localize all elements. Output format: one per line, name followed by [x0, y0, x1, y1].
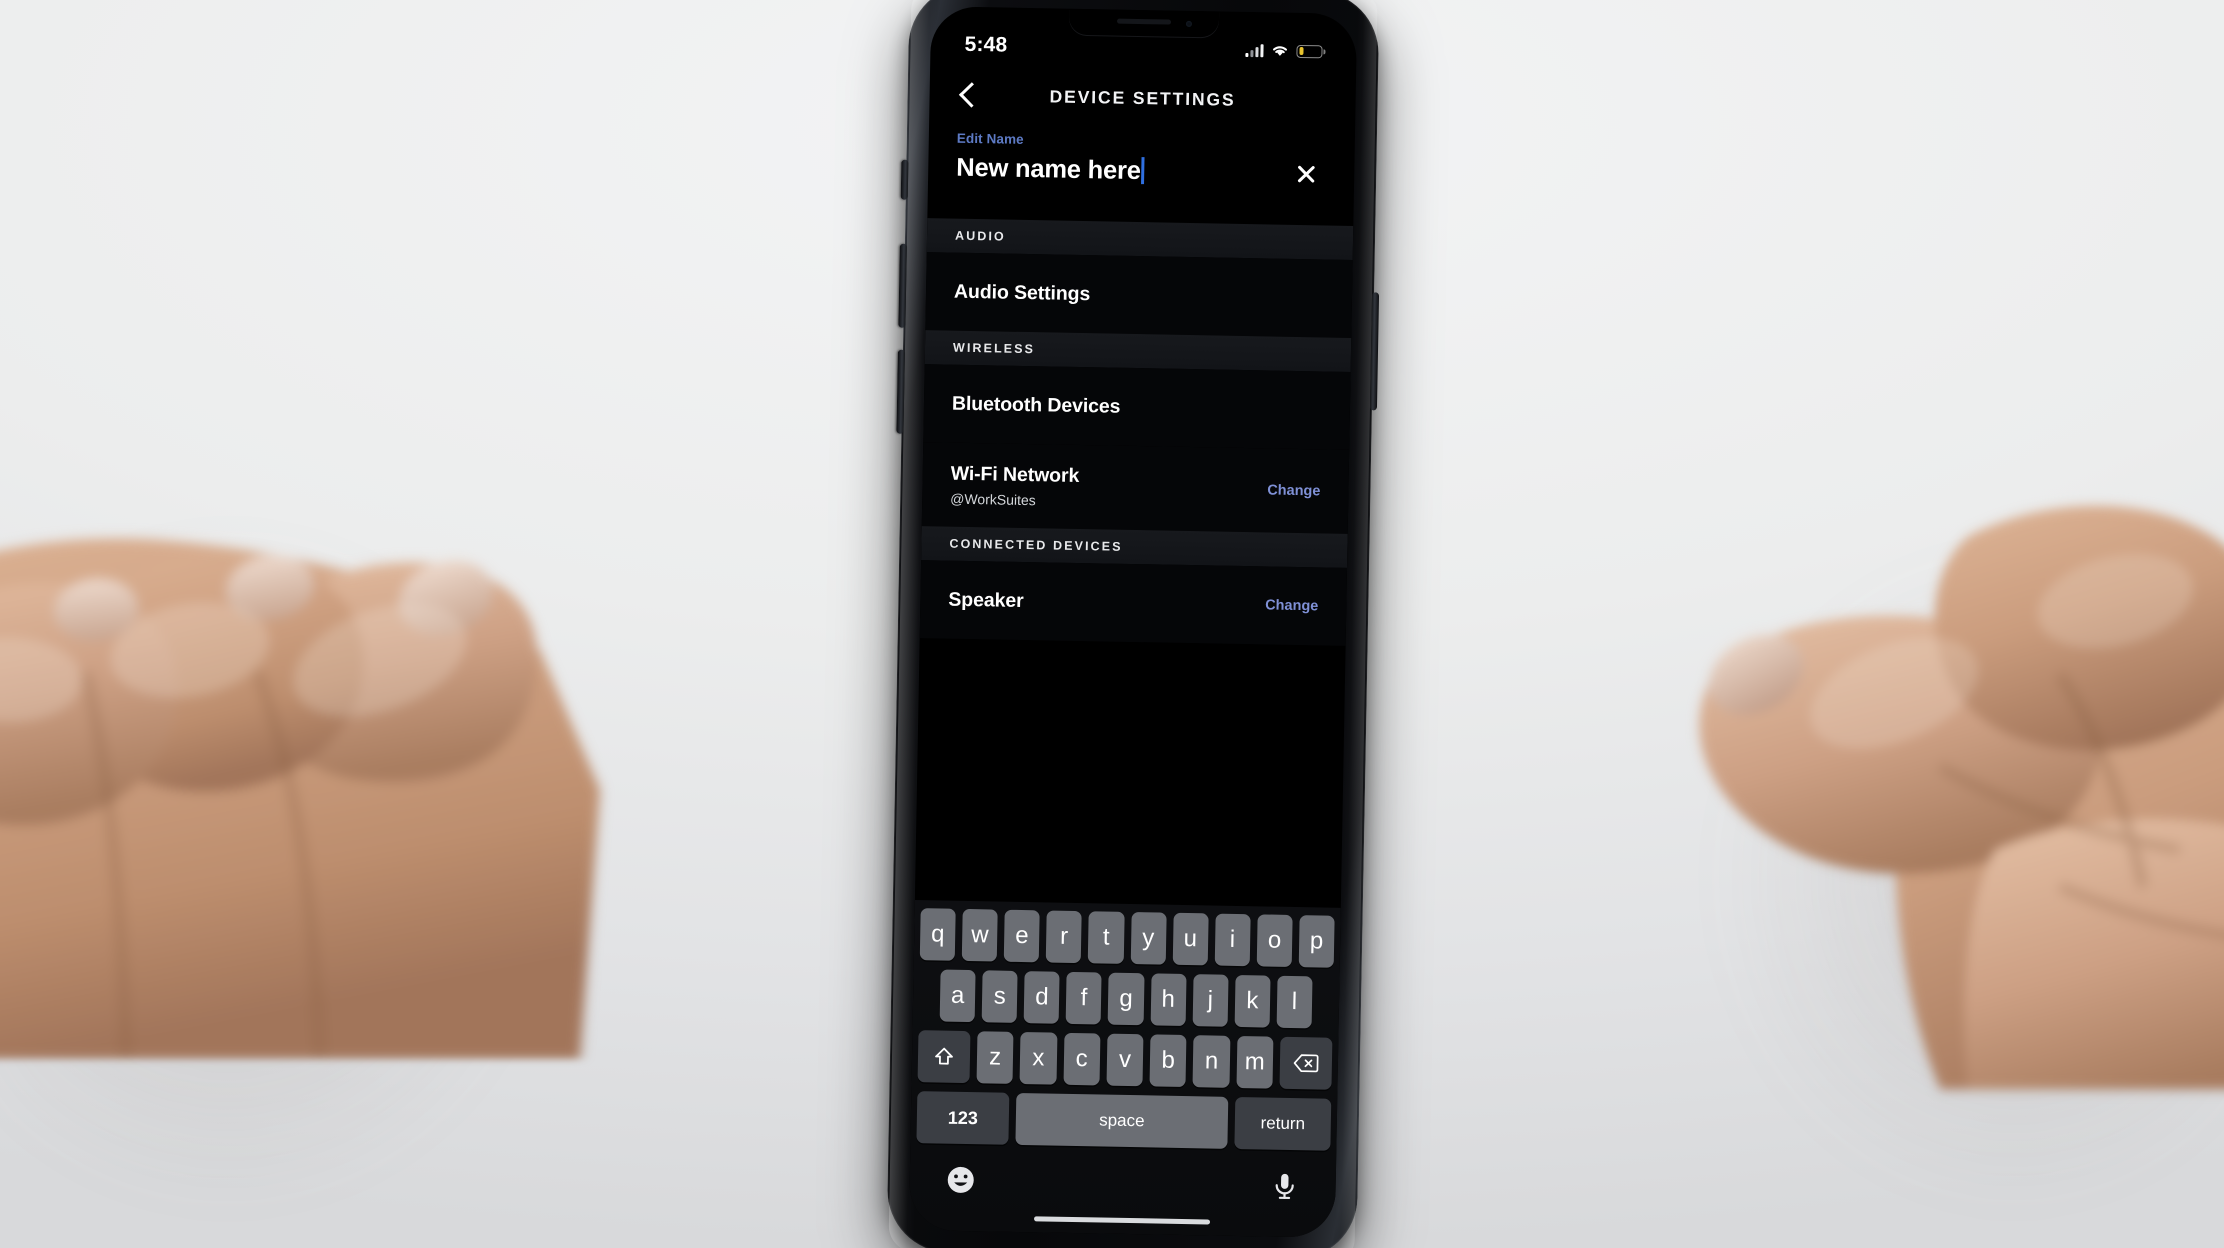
change-wifi-button[interactable]: Change — [1267, 482, 1320, 499]
key-q[interactable]: q — [919, 908, 956, 961]
row-title: Wi-Fi Network — [950, 462, 1080, 487]
front-camera — [1185, 20, 1193, 27]
row-title: Bluetooth Devices — [951, 392, 1121, 418]
row-title: Speaker — [948, 588, 1024, 612]
status-time: 5:48 — [964, 32, 1008, 57]
phone-screen: 5:48 DEVICE SETTINGS Edit Name New name … — [908, 6, 1358, 1238]
scene: 5:48 DEVICE SETTINGS Edit Name New name … — [0, 0, 2224, 1248]
list-item[interactable]: Speaker Change — [919, 560, 1348, 646]
status-indicators — [1245, 43, 1323, 58]
home-indicator-bar[interactable] — [1034, 1215, 1211, 1225]
row-subtitle: @WorkSuites — [950, 490, 1036, 509]
key-n[interactable]: n — [1192, 1035, 1231, 1088]
right-hand — [1699, 505, 2224, 1090]
nav-bar: DEVICE SETTINGS — [929, 68, 1356, 128]
key-t[interactable]: t — [1088, 911, 1125, 964]
key-m[interactable]: m — [1236, 1035, 1274, 1089]
smartphone: 5:48 DEVICE SETTINGS Edit Name New name … — [886, 0, 1380, 1248]
key-g[interactable]: g — [1108, 972, 1145, 1026]
text-caret — [1141, 156, 1145, 184]
change-speaker-button[interactable]: Change — [1265, 597, 1318, 614]
back-button[interactable] — [951, 75, 992, 116]
emoji-smiley-icon[interactable] — [943, 1163, 978, 1198]
key-h[interactable]: h — [1150, 973, 1187, 1027]
space-key[interactable]: space — [1015, 1092, 1229, 1149]
key-l[interactable]: l — [1276, 975, 1313, 1029]
row-text: Audio Settings — [954, 280, 1091, 305]
device-name-input[interactable]: New name here — [956, 153, 1145, 185]
list-item[interactable]: Audio Settings — [925, 252, 1353, 338]
row-title: Audio Settings — [953, 280, 1091, 305]
key-s[interactable]: s — [981, 970, 1018, 1023]
key-a[interactable]: a — [939, 969, 976, 1023]
keyboard-row-3: zxcvbnm — [912, 1030, 1339, 1090]
keyboard-row-4: 123 space return — [910, 1091, 1337, 1151]
key-y[interactable]: y — [1130, 912, 1167, 965]
device-name-value: New name here — [956, 153, 1142, 185]
keyboard-letters-row-3: zxcvbnm — [976, 1031, 1274, 1089]
keyboard-bottom-bar — [909, 1152, 1336, 1204]
key-d[interactable]: d — [1023, 971, 1060, 1024]
return-key[interactable]: return — [1234, 1096, 1332, 1151]
left-hand — [0, 538, 600, 1060]
wifi-icon — [1273, 46, 1288, 56]
chevron-left-icon — [958, 82, 985, 108]
shift-arrow-icon[interactable] — [917, 1030, 971, 1084]
key-b[interactable]: b — [1149, 1034, 1187, 1088]
key-w[interactable]: w — [961, 908, 998, 962]
keyboard-row-1: qwertyuiop — [914, 908, 1341, 968]
row-text: Bluetooth Devices — [952, 392, 1121, 418]
key-f[interactable]: f — [1065, 971, 1103, 1025]
numbers-key[interactable]: 123 — [916, 1091, 1010, 1145]
battery-low-icon — [1296, 44, 1323, 58]
key-o[interactable]: o — [1256, 914, 1293, 967]
microphone-icon[interactable] — [1267, 1169, 1302, 1204]
backspace-delete-icon[interactable] — [1279, 1036, 1333, 1090]
backspace-glyph — [1293, 1054, 1319, 1073]
key-i[interactable]: i — [1214, 913, 1251, 967]
key-j[interactable]: j — [1192, 974, 1229, 1027]
key-x[interactable]: x — [1019, 1032, 1058, 1085]
list-item[interactable]: Bluetooth Devices — [923, 364, 1351, 450]
key-v[interactable]: v — [1106, 1033, 1144, 1087]
edit-name-section: Edit Name New name here — [927, 124, 1355, 224]
keyboard-row-2: asdfghjkl — [913, 969, 1340, 1029]
edit-name-label: Edit Name — [956, 130, 1024, 147]
shift-glyph — [935, 1047, 953, 1065]
edit-name-row: New name here — [956, 150, 1327, 193]
key-k[interactable]: k — [1234, 974, 1271, 1028]
status-bar: 5:48 — [930, 24, 1357, 72]
key-z[interactable]: z — [976, 1031, 1014, 1084]
cellular-signal-icon — [1245, 43, 1264, 57]
close-x-icon[interactable] — [1288, 156, 1325, 193]
list-item[interactable]: Wi-Fi Network @WorkSuites Change — [921, 442, 1350, 534]
page-title: DEVICE SETTINGS — [1049, 85, 1236, 110]
key-e[interactable]: e — [1003, 909, 1041, 963]
key-c[interactable]: c — [1063, 1032, 1101, 1086]
battery-fill — [1298, 46, 1304, 56]
onscreen-keyboard: qwertyuiop asdfghjkl zxcvbnm 123 space r… — [908, 900, 1341, 1238]
key-p[interactable]: p — [1298, 915, 1335, 968]
key-u[interactable]: u — [1172, 912, 1209, 966]
key-r[interactable]: r — [1046, 910, 1083, 964]
row-text: Speaker — [948, 588, 1024, 612]
row-text: Wi-Fi Network @WorkSuites — [950, 463, 1079, 509]
mute-switch[interactable] — [900, 159, 909, 200]
earpiece-speaker — [1116, 18, 1172, 25]
